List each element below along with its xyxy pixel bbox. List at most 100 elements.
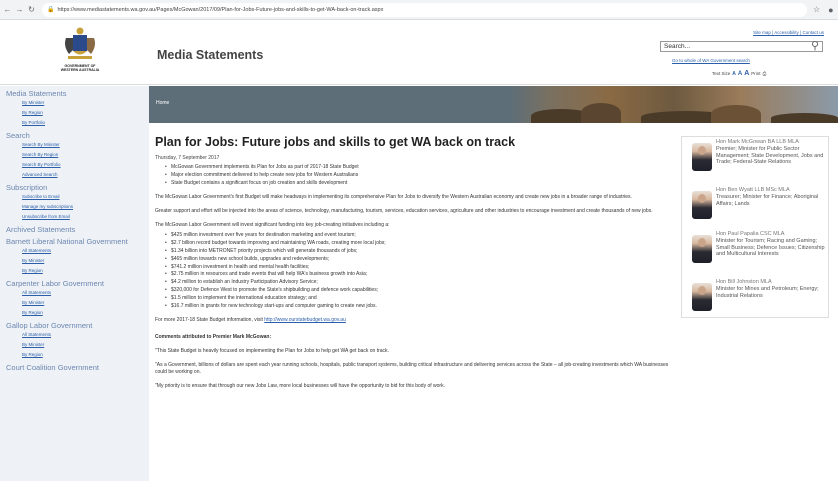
- paragraph: The McGowan Labor Government will invest…: [155, 222, 390, 229]
- list-item: $4.2 million to establish an Industry Pa…: [155, 279, 675, 287]
- sidebar-heading[interactable]: Archived Statements: [6, 222, 149, 234]
- minister-role: Premier; Minister for Public Sector Mana…: [716, 146, 824, 165]
- lock-icon: 🔒: [47, 7, 55, 13]
- more-info-text: For more 2017-18 State Budget informatio…: [155, 317, 263, 324]
- list-item: $2.75 million in resources and trade eve…: [155, 271, 675, 279]
- search-placeholder: Search...: [664, 43, 691, 50]
- sidebar-link[interactable]: Manage my subscriptions: [6, 202, 149, 212]
- text-size-large[interactable]: A: [744, 70, 749, 77]
- list-item: $1.5 million to implement the internatio…: [155, 295, 675, 303]
- site-map-link[interactable]: Site map: [753, 30, 771, 35]
- list-item: $425 million investment over five years …: [155, 232, 675, 240]
- list-item: Major election commitment delivered to h…: [155, 172, 675, 180]
- list-item: McGowan Government implements its Plan f…: [155, 164, 675, 172]
- summary-list: McGowan Government implements its Plan f…: [155, 164, 675, 187]
- article-title: Plan for Jobs: Future jobs and skills to…: [155, 135, 516, 149]
- list-item: $16.7 million in grants for new technolo…: [155, 303, 675, 311]
- list-item: State Budget contains a significant focu…: [155, 180, 675, 188]
- search-input[interactable]: Search... ⚲: [660, 39, 823, 52]
- forward-icon[interactable]: →: [15, 5, 24, 14]
- profile-icon[interactable]: ●: [828, 5, 833, 15]
- sidebar-heading[interactable]: Search: [6, 128, 149, 140]
- back-icon[interactable]: ←: [3, 5, 12, 14]
- minister-photo: [692, 191, 712, 219]
- sidebar-section-media-statements: Media Statements By Minister By Region B…: [0, 86, 149, 128]
- article: Plan for Jobs: Future jobs and skills to…: [155, 135, 675, 390]
- sidebar-link[interactable]: Search By Minister: [6, 140, 149, 150]
- minister-name[interactable]: Hon Bill Johnston MLA: [716, 279, 772, 286]
- paragraph: The McGowan Labor Government's first Bud…: [155, 194, 632, 201]
- site-header: GOVERNMENT OF WESTERN AUSTRALIA Media St…: [0, 20, 838, 85]
- sidebar-section-court: Court Coalition Government: [0, 360, 149, 372]
- sidebar-link[interactable]: By Minister: [6, 298, 149, 308]
- sidebar-heading[interactable]: Gallop Labor Government: [6, 318, 149, 330]
- search-icon[interactable]: ⚲: [811, 39, 819, 52]
- sidebar-link[interactable]: By Region: [6, 308, 149, 318]
- sidebar-link[interactable]: By Region: [6, 266, 149, 276]
- minister-name[interactable]: Hon Mark McGowan BA LLB MLA: [716, 139, 799, 146]
- sidebar-link[interactable]: By Portfolio: [6, 118, 149, 128]
- wa-government-logo[interactable]: GOVERNMENT OF WESTERN AUSTRALIA: [40, 26, 120, 81]
- sidebar-section-search: Search Search By Minister Search By Regi…: [0, 128, 149, 180]
- minister-name[interactable]: Hon Ben Wyatt LLB MSc MLA: [716, 187, 790, 194]
- sidebar-heading[interactable]: Media Statements: [6, 86, 149, 98]
- minister-name[interactable]: Hon Paul Papalia CSC MLA: [716, 231, 784, 238]
- text-size-label: Text Size: [712, 71, 731, 76]
- quote-paragraph: "My priority is to ensure that through o…: [155, 383, 445, 390]
- contact-us-link[interactable]: Contact us: [802, 30, 824, 35]
- sidebar-section-subscription: Subscription Subscribe to Email Manage m…: [0, 180, 149, 222]
- logo-line-2: WESTERN AUSTRALIA: [60, 68, 100, 72]
- minister-photo: [692, 235, 712, 263]
- reload-icon[interactable]: ↻: [27, 5, 36, 14]
- sidebar-heading[interactable]: Carpenter Labor Government: [6, 276, 149, 288]
- sidebar-link[interactable]: Unsubscribe from Email: [6, 212, 149, 222]
- comments-heading: Comments attributed to Premier Mark McGo…: [155, 334, 272, 341]
- sidebar-heading[interactable]: Subscription: [6, 180, 149, 192]
- sidebar-link[interactable]: By Minister: [6, 340, 149, 350]
- sidebar-link[interactable]: Search By Portfolio: [6, 160, 149, 170]
- sidebar: Media Statements By Minister By Region B…: [0, 86, 149, 481]
- sidebar-section-archived: Archived Statements: [0, 222, 149, 234]
- home-link[interactable]: Home: [156, 100, 169, 106]
- list-item: $1.34 billion into METRONET priority pro…: [155, 248, 675, 256]
- site-title: Media Statements: [157, 48, 264, 62]
- sidebar-link[interactable]: All Statements: [6, 246, 149, 256]
- url-text: https://www.mediastatements.wa.gov.au/Pa…: [57, 6, 384, 13]
- top-links: Site map | Accessibility | Contact us: [753, 30, 824, 35]
- minister-photo: [692, 143, 712, 171]
- sidebar-section-gallop: Gallop Labor Government All Statements B…: [0, 318, 149, 360]
- sidebar-section-barnett: Barnett Liberal National Government All …: [0, 234, 149, 276]
- state-budget-link[interactable]: http://www.ourstatebudget.wa.gov.au: [264, 317, 346, 323]
- whole-of-government-search-link[interactable]: Go to whole of WA Government search: [672, 58, 750, 63]
- browser-toolbar: ← → ↻ 🔒 https://www.mediastatements.wa.g…: [0, 0, 838, 20]
- article-date: Thursday, 7 September 2017: [155, 155, 220, 161]
- sidebar-link[interactable]: All Statements: [6, 288, 149, 298]
- sidebar-link[interactable]: Search By Region: [6, 150, 149, 160]
- bookmark-star-icon[interactable]: ☆: [813, 5, 820, 14]
- sidebar-link[interactable]: All Statements: [6, 330, 149, 340]
- list-item: $320,000 for Defence West to promote the…: [155, 287, 675, 295]
- sidebar-link[interactable]: Subscribe to Email: [6, 192, 149, 202]
- sidebar-link[interactable]: Advanced Search: [6, 170, 149, 180]
- accessibility-link[interactable]: Accessibility: [774, 30, 799, 35]
- paragraph: Greater support and effort will be injec…: [155, 208, 653, 215]
- sidebar-section-carpenter: Carpenter Labor Government All Statement…: [0, 276, 149, 318]
- address-bar[interactable]: 🔒 https://www.mediastatements.wa.gov.au/…: [42, 2, 807, 17]
- minister-role: Minister for Tourism; Racing and Gaming;…: [716, 238, 825, 257]
- more-info-paragraph: For more 2017-18 State Budget informatio…: [155, 317, 675, 324]
- sidebar-link[interactable]: By Minister: [6, 256, 149, 266]
- print-icon[interactable]: ⎙: [763, 71, 767, 76]
- text-size-controls: Text Size A A A Print ⎙: [712, 70, 766, 77]
- minister-photo: [692, 283, 712, 311]
- ministers-panel: Hon Mark McGowan BA LLB MLA Premier; Min…: [681, 136, 829, 318]
- text-size-medium[interactable]: A: [738, 71, 742, 77]
- sidebar-heading[interactable]: Barnett Liberal National Government: [6, 234, 149, 246]
- quote-paragraph: "As a Government, billions of dollars ar…: [155, 362, 669, 376]
- list-item: $465 million towards new school builds, …: [155, 256, 675, 264]
- sidebar-link[interactable]: By Region: [6, 350, 149, 360]
- sidebar-link[interactable]: By Minister: [6, 98, 149, 108]
- sidebar-heading[interactable]: Court Coalition Government: [6, 360, 149, 372]
- sidebar-link[interactable]: By Region: [6, 108, 149, 118]
- print-label[interactable]: Print: [751, 71, 760, 76]
- text-size-small[interactable]: A: [732, 71, 736, 77]
